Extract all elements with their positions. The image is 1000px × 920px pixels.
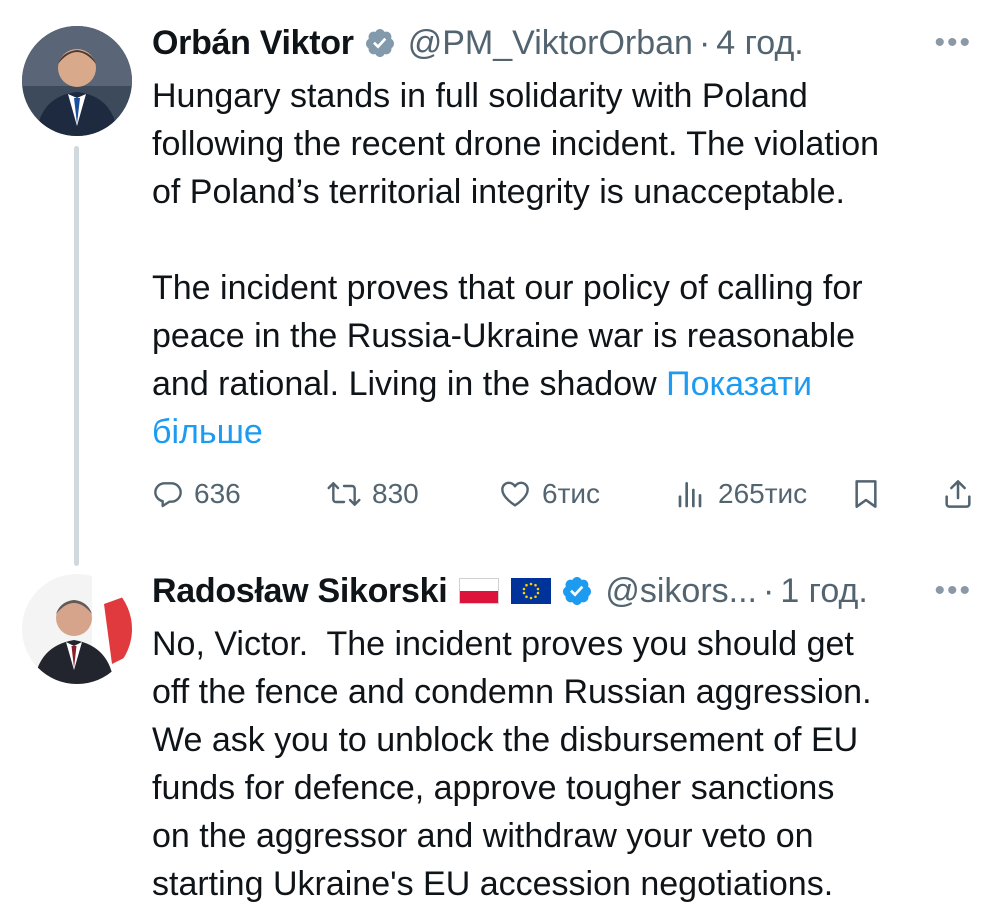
tweet-text-content: Hungary stands in full solidarity with P… (152, 77, 880, 403)
bookmark-icon (850, 477, 882, 511)
more-horizontal-icon[interactable]: ••• (934, 576, 980, 606)
reply-count: 636 (194, 478, 241, 509)
retweet-button[interactable]: 830 (326, 470, 419, 518)
like-button[interactable]: 6тис (498, 470, 600, 518)
like-count: 6тис (542, 478, 601, 509)
tweet-orban[interactable]: Orbán Viktor @PM_ViktorOrban · 4 год. ••… (0, 0, 1000, 566)
views-count: 265тис (718, 478, 808, 509)
more-horizontal-icon[interactable]: ••• (934, 28, 980, 58)
verified-badge-icon (561, 575, 593, 607)
tweet-time[interactable]: 1 год. (780, 572, 867, 611)
tweet-text: Hungary stands in full solidarity with P… (152, 72, 970, 456)
share-button[interactable] (942, 470, 974, 518)
retweet-icon (326, 478, 362, 510)
tweet-time[interactable]: 4 год. (716, 24, 803, 63)
tweet-header: Radosław Sikorski @sikors... · 1 год. ••… (152, 568, 980, 614)
retweet-count: 830 (372, 478, 419, 509)
avatar-sikorski[interactable] (22, 574, 132, 684)
heart-icon (498, 478, 532, 510)
separator-dot: · (763, 571, 775, 610)
tweet-header: Orbán Viktor @PM_ViktorOrban · 4 год. ••… (152, 20, 980, 66)
reply-button[interactable]: 636 (152, 470, 241, 518)
views-button[interactable]: 265тис (676, 470, 807, 518)
reply-icon (152, 478, 184, 510)
bookmark-button[interactable] (850, 470, 882, 518)
verified-badge-icon (364, 27, 396, 59)
avatar-orban[interactable] (22, 26, 132, 136)
separator-dot: · (698, 23, 711, 62)
author-handle[interactable]: @PM_ViktorOrban (408, 24, 693, 63)
tweet-text: No, Victor. The incident proves you shou… (152, 625, 872, 903)
tweet-actions: 636 830 6тис 265тис (152, 470, 980, 518)
share-icon (942, 477, 974, 511)
poland-flag-icon (459, 578, 500, 604)
author-handle[interactable]: @sikors... (605, 572, 757, 611)
tweet-sikorski[interactable]: Radosław Sikorski @sikors... · 1 год. ••… (0, 560, 1000, 920)
author-name[interactable]: Radosław Sikorski (152, 572, 448, 611)
analytics-icon (676, 478, 708, 510)
author-name[interactable]: Orbán Viktor (152, 24, 354, 63)
eu-flag-icon (511, 578, 552, 604)
thread-line (74, 146, 79, 566)
